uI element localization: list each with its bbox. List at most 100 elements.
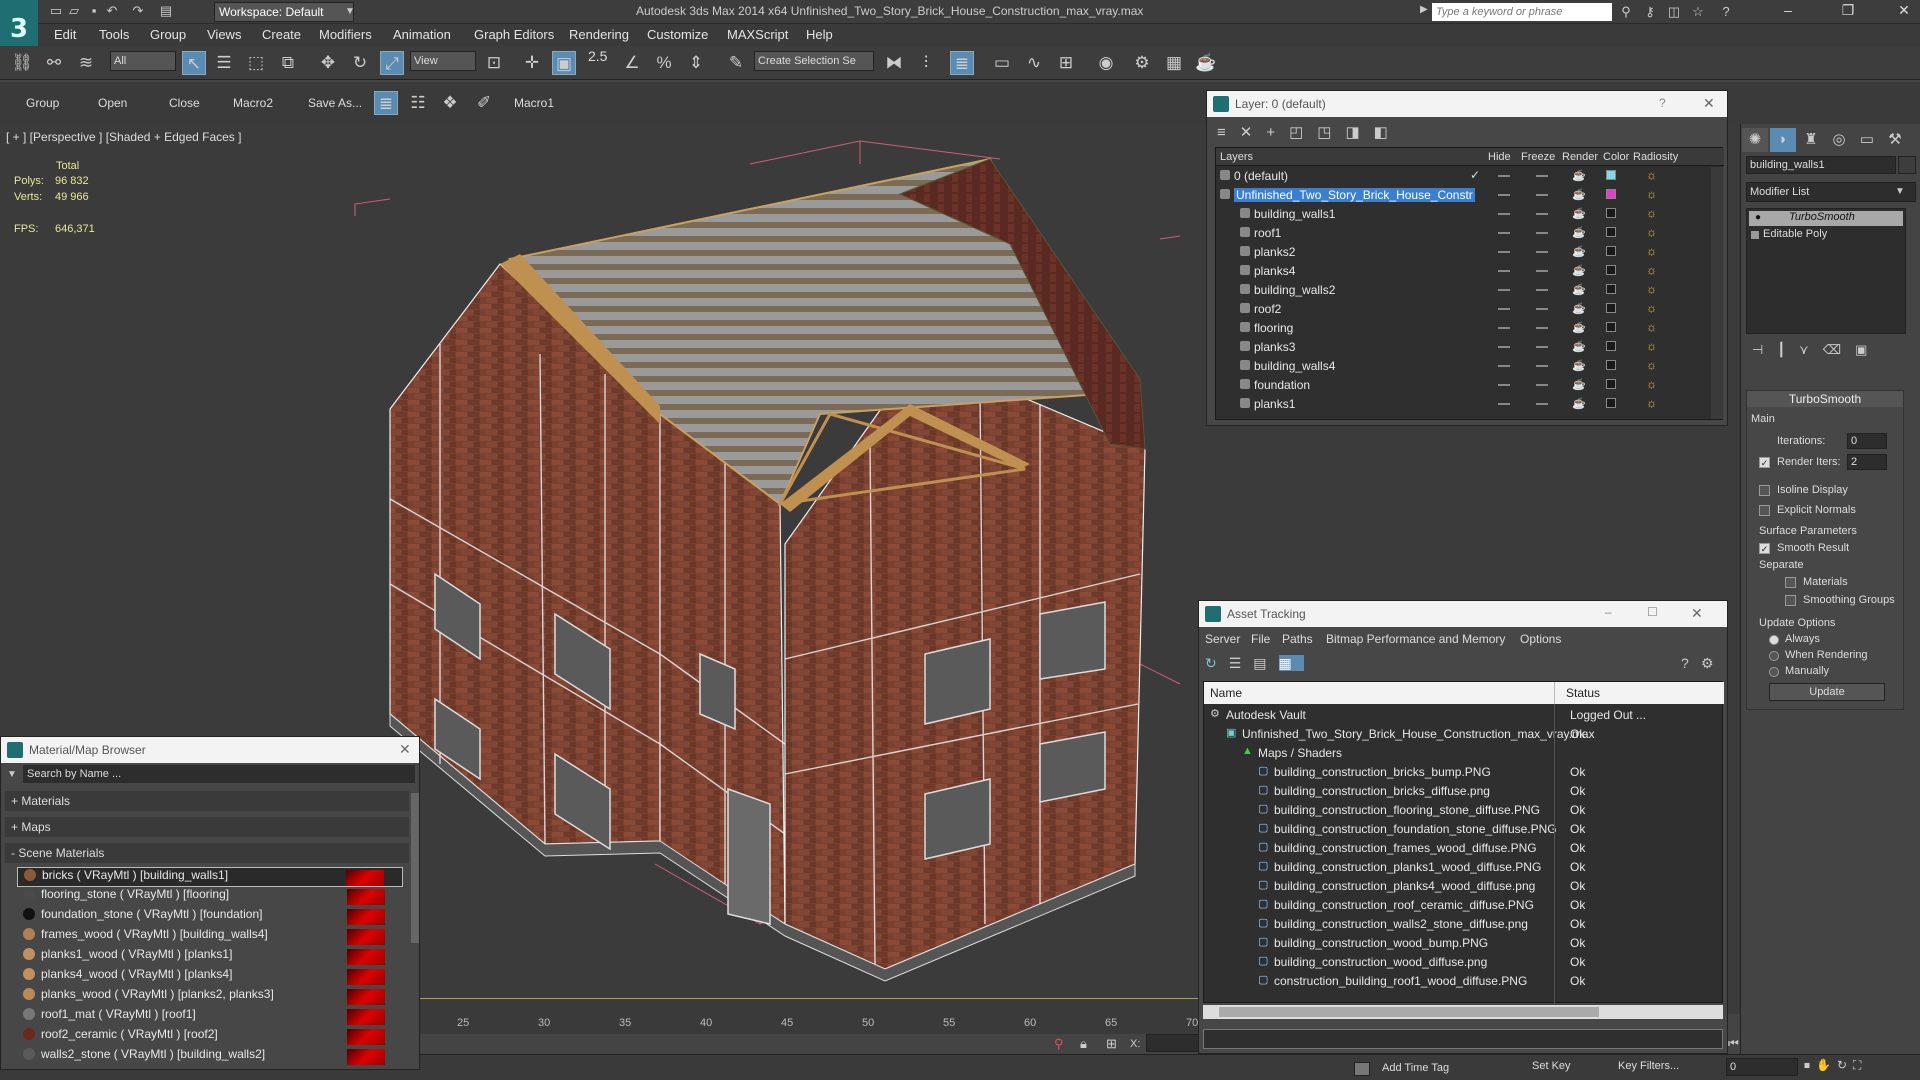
asset-scroll-thumb[interactable] (1219, 1007, 1599, 1017)
layer-color-swatch[interactable] (1606, 398, 1616, 408)
menu-views[interactable]: Views (207, 27, 241, 42)
render-teapot-icon[interactable]: ☕ (1572, 340, 1586, 353)
hide-toggle[interactable] (1498, 251, 1510, 253)
lightbulb-icon[interactable]: ● (1755, 212, 1761, 223)
scene-material-item[interactable]: roof1_mat ( VRayMtl ) [roof1] (17, 1007, 403, 1027)
asset-row[interactable]: ▲ Maps / Shaders (1204, 744, 1724, 763)
add-time-tag-button[interactable]: Add Time Tag (1382, 1062, 1449, 1074)
display-tab-icon[interactable]: ▭ (1854, 128, 1880, 152)
modifier-list-dropdown[interactable]: Modifier List (1746, 182, 1916, 202)
hide-toggle[interactable] (1498, 403, 1510, 405)
layer-name[interactable]: flooring (1254, 321, 1293, 335)
move-icon[interactable]: ✥ (316, 51, 340, 75)
bind-space-warp-icon[interactable]: ≋ (74, 51, 98, 75)
freeze-toggle[interactable] (1536, 194, 1548, 196)
group-scene-materials[interactable]: - Scene Materials (5, 843, 409, 863)
layer-color-swatch[interactable] (1606, 246, 1616, 256)
hide-toggle[interactable] (1498, 175, 1510, 177)
radiosity-lamp-icon[interactable]: ☼ (1646, 206, 1657, 220)
workspace-dropdown[interactable]: Workspace: Default (214, 2, 354, 22)
hide-toggle[interactable] (1498, 213, 1510, 215)
asset-menu-bitmap[interactable]: Bitmap Performance and Memory (1326, 632, 1505, 646)
asset-row[interactable]: ▢ building_construction_roof_ceramic_diff… (1204, 896, 1724, 915)
radiosity-lamp-icon[interactable]: ☼ (1646, 244, 1657, 258)
render-teapot-icon[interactable]: ☕ (1572, 207, 1586, 220)
keyboard-shortcut-override-icon[interactable]: ▣ (552, 51, 576, 75)
render-teapot-icon[interactable]: ☕ (1572, 378, 1586, 391)
asset-row[interactable]: ▢ building_construction_flooring_stone_di… (1204, 801, 1724, 820)
radiosity-lamp-icon[interactable]: ☼ (1646, 282, 1657, 296)
asset-menu-file[interactable]: File (1251, 632, 1270, 646)
layer-manager-icon[interactable]: ≣ (950, 51, 974, 75)
layer-name[interactable]: Unfinished_Two_Story_Brick_House_Constr (1234, 188, 1475, 202)
key-mode-icon[interactable]: ⚲ (1054, 1036, 1064, 1052)
update-when-rendering-radio[interactable] (1769, 651, 1779, 661)
asset-settings-icon[interactable]: ⚙ (1701, 655, 1714, 672)
asset-row[interactable]: ⚙ Autodesk Vault Logged Out ... (1204, 706, 1724, 725)
restore-icon[interactable]: ❐ (1836, 2, 1860, 22)
freeze-toggle[interactable] (1536, 270, 1548, 272)
asset-path-field[interactable] (1203, 1029, 1723, 1049)
asset-menu-options[interactable]: Options (1520, 632, 1561, 646)
help-icon[interactable]: ? (1718, 4, 1734, 20)
freeze-toggle[interactable] (1536, 251, 1548, 253)
layer-color-swatch[interactable] (1606, 341, 1616, 351)
asset-row[interactable]: ▢ construction_building_roof1_wood_diffus… (1204, 972, 1724, 991)
shelf-save-as-button[interactable]: Save As... (308, 96, 362, 110)
col-render[interactable]: Render (1562, 151, 1598, 163)
hide-toggle[interactable] (1498, 194, 1510, 196)
layer-name[interactable]: foundation (1254, 378, 1310, 392)
schematic-view-icon[interactable]: ⊞ (1054, 51, 1078, 75)
smooth-result-checkbox[interactable]: ✓ (1759, 543, 1770, 554)
scene-material-item[interactable]: flooring_stone ( VRayMtl ) [flooring] (17, 887, 403, 907)
refresh-icon[interactable]: ↻ (1205, 655, 1229, 671)
unlink-icon[interactable]: ⚯ (42, 51, 66, 75)
freeze-toggle[interactable] (1536, 327, 1548, 329)
material-search-input[interactable]: Search by Name ... (23, 765, 415, 783)
asset-row[interactable]: ▣ Unfinished_Two_Story_Brick_House_Constr… (1204, 725, 1724, 744)
iterations-spinner[interactable]: 0 (1847, 433, 1887, 449)
render-teapot-icon[interactable]: ☕ (1572, 169, 1586, 182)
layer-color-swatch[interactable] (1606, 379, 1616, 389)
col-radiosity[interactable]: Radiosity (1633, 151, 1678, 163)
asset-name[interactable]: Maps / Shaders (1258, 746, 1342, 760)
layer-color-swatch[interactable] (1606, 170, 1616, 180)
radiosity-lamp-icon[interactable]: ☼ (1646, 301, 1657, 315)
set-key-button[interactable]: Set Key (1532, 1060, 1571, 1072)
layer-row[interactable]: planks4 ☕ ☼ (1216, 262, 1711, 281)
separate-materials-checkbox[interactable] (1785, 577, 1796, 588)
pivot-center-icon[interactable]: ⊡ (482, 51, 506, 75)
window-crossing-icon[interactable]: ⧉ (276, 51, 300, 75)
render-teapot-icon[interactable]: ☕ (1572, 359, 1586, 372)
key-filters-button[interactable]: Key Filters... (1618, 1060, 1679, 1072)
graphite-ribbon-icon[interactable]: ▭ (990, 51, 1014, 75)
asset-row[interactable]: ▢ building_construction_planks1_wood_diff… (1204, 858, 1724, 877)
freeze-toggle[interactable] (1536, 346, 1548, 348)
render-teapot-icon[interactable]: ☕ (1572, 397, 1586, 410)
layer-close-icon[interactable]: ✕ (1703, 95, 1715, 112)
menu-group[interactable]: Group (150, 27, 186, 42)
layer-row[interactable]: building_walls2 ☕ ☼ (1216, 281, 1711, 300)
radiosity-lamp-icon[interactable]: ☼ (1646, 377, 1657, 391)
layer-row[interactable]: roof1 ☕ ☼ (1216, 224, 1711, 243)
update-button[interactable]: Update (1769, 683, 1885, 701)
favorites-star-icon[interactable]: ☆ (1690, 4, 1706, 20)
asset-name[interactable]: building_construction_bricks_diffuse.png (1274, 784, 1490, 798)
select-and-link-icon[interactable]: ⛓ (10, 51, 34, 75)
hide-toggle[interactable] (1498, 346, 1510, 348)
asset-help-icon[interactable]: ? (1681, 655, 1689, 671)
rendered-frame-window-icon[interactable]: ▦ (1162, 51, 1186, 75)
save-file-icon[interactable]: ▪ (86, 3, 102, 19)
hide-all-icon[interactable]: ◨ (1345, 124, 1373, 141)
freeze-toggle[interactable] (1536, 175, 1548, 177)
asset-menu-paths[interactable]: Paths (1282, 632, 1313, 646)
layer-name[interactable]: planks1 (1254, 397, 1295, 411)
layer-row[interactable]: planks1 ☕ ☼ (1216, 395, 1711, 414)
mirror-icon[interactable]: ⧓ (882, 51, 906, 75)
asset-row[interactable]: ▢ building_construction_planks4_wood_diff… (1204, 877, 1724, 896)
curve-editor-icon[interactable]: ∿ (1022, 51, 1046, 75)
hide-toggle[interactable] (1498, 232, 1510, 234)
align-icon[interactable]: ⫶ (914, 51, 938, 75)
layer-name[interactable]: building_walls2 (1254, 283, 1335, 297)
layer-name[interactable]: 0 (default) (1234, 169, 1288, 183)
